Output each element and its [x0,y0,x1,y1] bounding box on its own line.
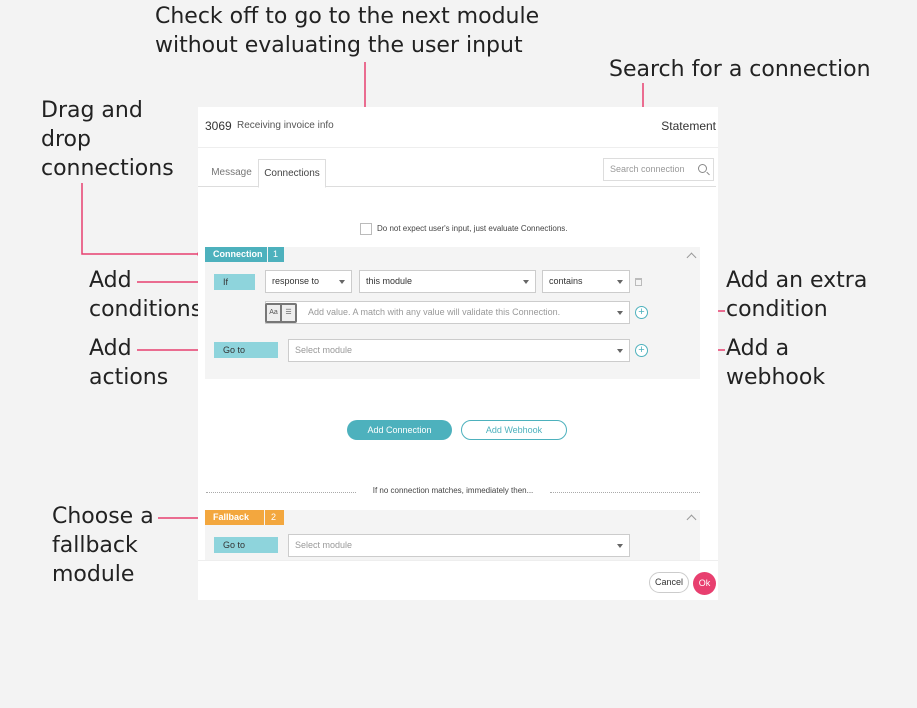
chevron-down-icon [617,544,623,548]
tab-connections[interactable]: Connections [258,159,326,188]
annotation-webhook: Add a webhook [726,336,826,390]
connection-drag-handle[interactable]: Connection [205,247,267,262]
add-condition-icon[interactable]: + [635,306,648,319]
condition-value-input[interactable]: Add value. A match with any value will v… [265,301,630,324]
fallback-separator-text: If no connection matches, immediately th… [372,486,534,495]
no-input-checkbox-label: Do not expect user's input, just evaluat… [377,224,568,233]
fallback-module-placeholder: Select module [295,540,353,550]
chevron-down-icon [523,280,529,284]
search-connection-input[interactable]: Search connection [603,158,714,181]
annotation-drag: Drag and drop connections [41,98,174,181]
module-type: Statement [661,119,716,133]
text-type-toggle: Aa ☰ [265,303,297,323]
chevron-down-icon [617,349,623,353]
text-format-icon[interactable]: Aa [267,305,280,321]
annotation-extra-condition: Add an extra condition [726,268,868,322]
annotation-check-off: Check off to go to the next module witho… [155,4,540,58]
module-dialog: 3069 Receiving invoice info Statement Me… [198,107,718,600]
goto-module-placeholder: Select module [295,345,353,355]
separator-right [550,492,700,493]
connection-label: Connection [213,249,263,259]
annotation-fallback: Choose a fallback module [52,504,154,587]
target-select[interactable]: this module [359,270,536,293]
add-webhook-icon[interactable]: + [635,344,648,357]
search-icon[interactable] [698,164,707,173]
module-id: 3069 [205,119,232,133]
separator-left [206,492,356,493]
fallback-goto-tag: Go to [214,537,278,553]
condition-value-placeholder: Add value. A match with any value will v… [308,307,561,317]
fallback-module-select[interactable]: Select module [288,534,630,557]
chevron-down-icon [339,280,345,284]
fallback-label: Fallback [205,510,264,525]
annotation-conditions: Add conditions [89,268,203,322]
annotation-actions: Add actions [89,336,169,390]
dialog-footer [198,560,718,600]
chevron-down-icon [617,311,623,315]
add-connection-button[interactable]: Add Connection [347,420,452,440]
goto-label: Go to [223,345,246,355]
operator-select[interactable]: contains [542,270,630,293]
tab-message[interactable]: Message [204,159,259,186]
goto-module-select[interactable]: Select module [288,339,630,362]
connection-number: 1 [268,247,284,262]
chevron-down-icon [617,280,623,284]
fallback-number: 2 [265,510,284,525]
target-select-value: this module [366,276,413,286]
module-name[interactable]: Receiving invoice info [237,120,334,131]
list-format-icon[interactable]: ☰ [282,305,295,321]
no-input-checkbox[interactable] [360,223,372,235]
leader-line-drag [81,183,198,255]
trash-icon[interactable] [635,278,642,286]
annotation-search: Search for a connection [609,57,871,82]
field-select-value: response to [272,276,320,286]
cancel-button[interactable]: Cancel [649,572,689,593]
header-divider [198,147,718,148]
ok-button[interactable]: Ok [693,572,716,595]
if-tag: If [214,274,255,290]
goto-tag[interactable]: Go to [214,342,278,358]
field-select[interactable]: response to [265,270,352,293]
search-placeholder: Search connection [610,164,685,174]
operator-select-value: contains [549,276,583,286]
add-webhook-button[interactable]: Add Webhook [461,420,567,440]
